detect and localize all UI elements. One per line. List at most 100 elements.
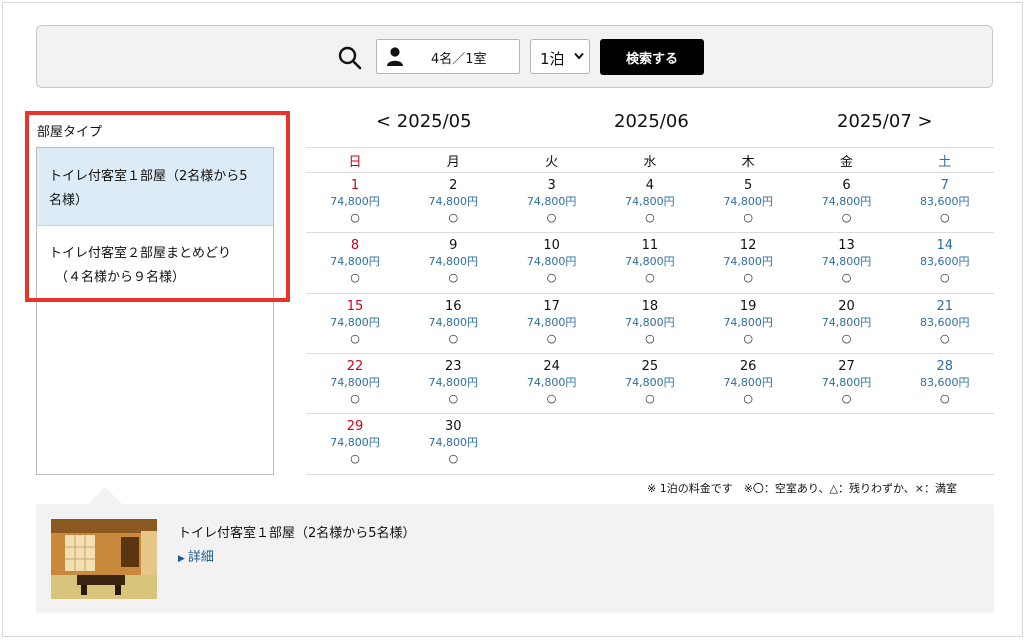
availability-mark: ○	[645, 391, 655, 405]
weekday-header: 火	[545, 155, 559, 170]
availability-mark: ○	[448, 331, 459, 345]
nights-select[interactable]: 1泊	[530, 39, 590, 74]
calendar-day-cell[interactable]: 2 74,800円 ○	[404, 178, 502, 226]
day-price: 74,800円	[330, 436, 380, 450]
details-link[interactable]: ▶ 詳細	[178, 546, 214, 565]
calendar-day-cell[interactable]: 21 83,600円 ○	[896, 299, 994, 347]
calendar-day-cell[interactable]: 24 74,800円 ○	[503, 359, 601, 407]
day-number: 12	[739, 238, 757, 254]
day-number: 16	[445, 298, 462, 314]
calendar-day-cell[interactable]: 10 74,800円 ○	[503, 238, 601, 286]
day-number: 8	[350, 238, 360, 254]
calendar-day-cell[interactable]: 9 74,800円 ○	[404, 238, 502, 286]
calendar-day-cell[interactable]: 8 74,800円 ○	[306, 238, 404, 286]
room-type-item-line: トイレ付客室２部屋まとめどり	[49, 246, 232, 261]
availability-mark: ○	[645, 271, 655, 285]
availability-mark: ○	[546, 211, 557, 224]
calendar-day-cell[interactable]: 4 74,800円 ○	[601, 178, 699, 226]
room-type-heading: 部屋タイプ	[37, 125, 103, 140]
day-number: 11	[641, 238, 659, 254]
calendar-day-cell[interactable]: 7 83,600円 ○	[896, 178, 994, 226]
availability-mark: ○	[546, 391, 557, 405]
availability-mark: ○	[939, 331, 950, 345]
room-type-item-2[interactable]: トイレ付客室２部屋まとめどり （４名様から９名様）	[37, 226, 273, 304]
calendar-day-cell[interactable]: 17 74,800円 ○	[503, 299, 601, 347]
day-price: 74,800円	[428, 255, 479, 269]
availability-mark: ○	[350, 452, 360, 466]
calendar-day-cell[interactable]: 14 83,600円 ○	[896, 238, 994, 286]
calendar-day-cell[interactable]: 27 74,800円 ○	[798, 359, 896, 407]
calendar-day-cell[interactable]: 3 74,800円 ○	[503, 178, 601, 226]
availability-mark: ○	[448, 211, 459, 224]
availability-mark: ○	[645, 211, 655, 224]
weekday-header: 金	[839, 155, 853, 170]
day-price: 74,800円	[526, 195, 577, 208]
calendar-day-cell[interactable]: 15 74,800円 ○	[306, 299, 404, 347]
calendar-day-cell[interactable]: 29 74,800円 ○	[306, 419, 404, 467]
availability-mark: ○	[841, 211, 852, 224]
day-price: 83,600円	[920, 255, 970, 269]
day-number: 5	[744, 178, 753, 193]
calendar-divider	[306, 292, 994, 294]
room-type-item-1[interactable]: トイレ付客室１部屋（2名様から5 名様）	[37, 148, 273, 226]
calendar-day-cell[interactable]: 1 74,800円 ○	[306, 178, 404, 226]
day-price: 74,800円	[821, 195, 872, 208]
day-price: 74,800円	[330, 315, 380, 329]
availability-mark: ○	[448, 391, 459, 405]
search-icon[interactable]	[337, 45, 363, 71]
guest-selector[interactable]: 4名／1室	[376, 39, 520, 74]
day-price: 74,800円	[428, 375, 479, 389]
calendar-day-cell[interactable]: 5 74,800円 ○	[699, 178, 797, 226]
availability-mark: ○	[743, 271, 753, 285]
detail-room-title: トイレ付客室１部屋（2名様から5名様）	[178, 526, 416, 541]
availability-mark: ○	[546, 271, 557, 285]
calendar-day-cell[interactable]: 30 74,800円 ○	[404, 419, 502, 467]
day-price: 74,800円	[723, 255, 773, 269]
calendar-day-cell[interactable]: 25 74,800円 ○	[601, 359, 699, 407]
next-month-link[interactable]: 2025/07 >	[837, 111, 933, 132]
calendar-day-cell[interactable]: 26 74,800円 ○	[699, 359, 797, 407]
day-number: 21	[936, 298, 954, 314]
day-number: 19	[739, 298, 757, 314]
day-price: 74,800円	[330, 195, 380, 208]
calendar-day-cell[interactable]: 28 83,600円 ○	[896, 359, 994, 407]
calendar-day-cell[interactable]: 19 74,800円 ○	[699, 299, 797, 347]
day-price: 74,800円	[428, 315, 479, 329]
availability-mark: ○	[645, 331, 655, 345]
availability-mark: ○	[546, 331, 557, 345]
calendar-day-cell[interactable]: 20 74,800円 ○	[798, 299, 896, 347]
day-number: 2	[449, 178, 458, 193]
availability-mark: ○	[448, 271, 459, 285]
day-number: 24	[543, 358, 560, 374]
calendar-day-cell[interactable]: 16 74,800円 ○	[404, 299, 502, 347]
day-number: 9	[449, 238, 458, 254]
calendar-day-cell[interactable]: 22 74,800円 ○	[306, 359, 404, 407]
availability-mark: ○	[841, 331, 852, 345]
calendar-day-cell[interactable]: 6 74,800円 ○	[798, 178, 896, 226]
day-price: 74,800円	[723, 195, 773, 208]
room-type-item-line: 名様）	[49, 193, 89, 208]
day-number: 23	[445, 358, 462, 374]
search-button[interactable]: 検索する	[600, 39, 704, 75]
day-price: 74,800円	[330, 375, 380, 389]
availability-mark: ○	[350, 391, 360, 405]
calendar-divider	[306, 172, 994, 173]
day-number: 22	[346, 358, 364, 374]
day-number: 13	[838, 238, 855, 254]
weekday-header: 木	[741, 155, 755, 170]
availability-mark: ○	[350, 331, 360, 345]
room-type-list: トイレ付客室１部屋（2名様から5 名様） トイレ付客室２部屋まとめどり （４名様…	[36, 147, 274, 475]
room-detail-panel: トイレ付客室１部屋（2名様から5名様） ▶ 詳細	[36, 504, 994, 613]
day-price: 74,800円	[428, 436, 479, 450]
calendar-day-cell[interactable]: 12 74,800円 ○	[699, 238, 797, 286]
calendar-day-cell[interactable]: 18 74,800円 ○	[601, 299, 699, 347]
day-number: 20	[838, 298, 855, 314]
calendar-day-cell[interactable]: 11 74,800円 ○	[601, 238, 699, 286]
prev-month-link[interactable]: < 2025/05	[376, 111, 472, 132]
day-number: 10	[543, 238, 560, 254]
day-price: 74,800円	[330, 255, 380, 269]
availability-mark: ○	[350, 211, 360, 224]
day-price: 74,800円	[625, 255, 675, 269]
calendar-day-cell[interactable]: 13 74,800円 ○	[798, 238, 896, 286]
calendar-day-cell[interactable]: 23 74,800円 ○	[404, 359, 502, 407]
